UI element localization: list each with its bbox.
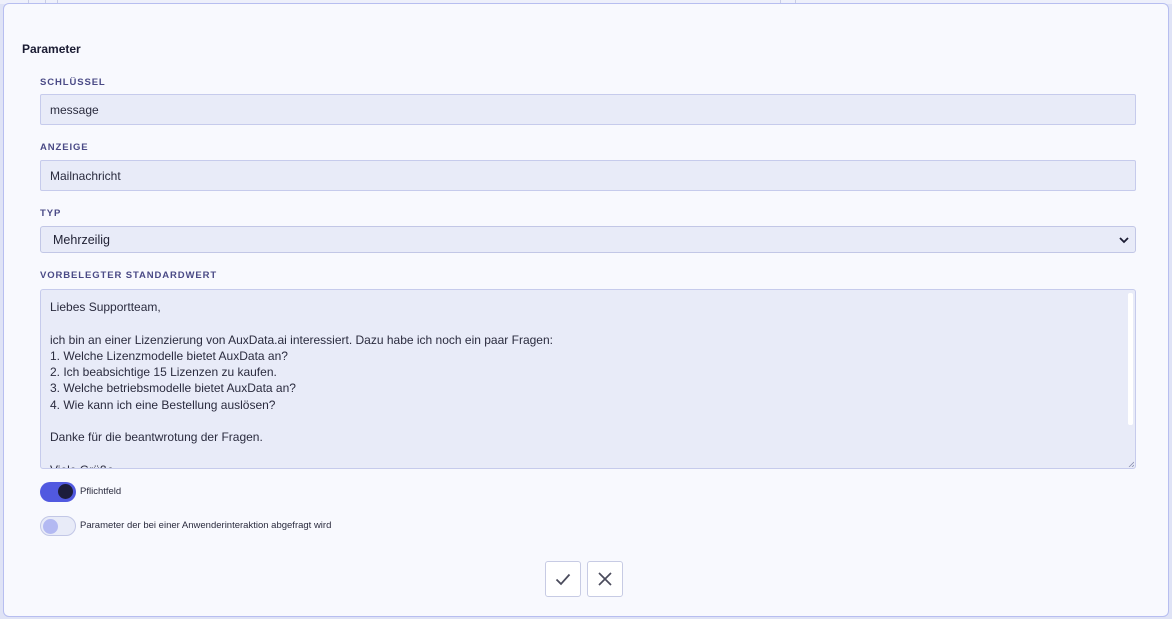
key-input[interactable]: message [40,94,1136,125]
toggle-knob [58,484,73,499]
default-value-text: Liebes Supportteam, ich bin an einer Liz… [50,300,553,468]
resize-handle-icon[interactable] [1128,461,1134,467]
interaction-toggle-label: Parameter der bei einer Anwenderinterakt… [80,520,332,531]
section-title: Parameter [22,42,81,56]
cancel-button[interactable] [587,561,623,597]
close-icon [598,572,612,586]
confirm-button[interactable] [545,561,581,597]
type-select-value: Mehrzeilig [53,232,110,247]
key-label: Schlüssel [40,77,106,88]
parameter-panel: Parameter Schlüssel message Anzeige Mail… [3,3,1169,617]
type-select[interactable]: Mehrzeilig [40,226,1136,253]
key-input-value: message [50,102,99,117]
display-label: Anzeige [40,142,89,153]
interaction-toggle[interactable] [40,516,76,536]
default-value-label: Vorbelegter Standardwert [40,270,218,281]
required-toggle-label: Pflichtfeld [80,486,122,497]
textarea-scrollbar-thumb[interactable] [1128,293,1133,425]
display-input[interactable]: Mailnachricht [40,160,1136,191]
textarea-scrollbar[interactable] [1128,293,1133,463]
toggle-knob [43,519,58,534]
type-label: Typ [40,208,62,219]
required-toggle[interactable] [40,482,76,502]
check-icon [555,573,571,586]
chevron-down-icon [1117,233,1131,247]
default-value-textarea[interactable]: Liebes Supportteam, ich bin an einer Liz… [40,289,1136,469]
display-input-value: Mailnachricht [50,168,121,183]
